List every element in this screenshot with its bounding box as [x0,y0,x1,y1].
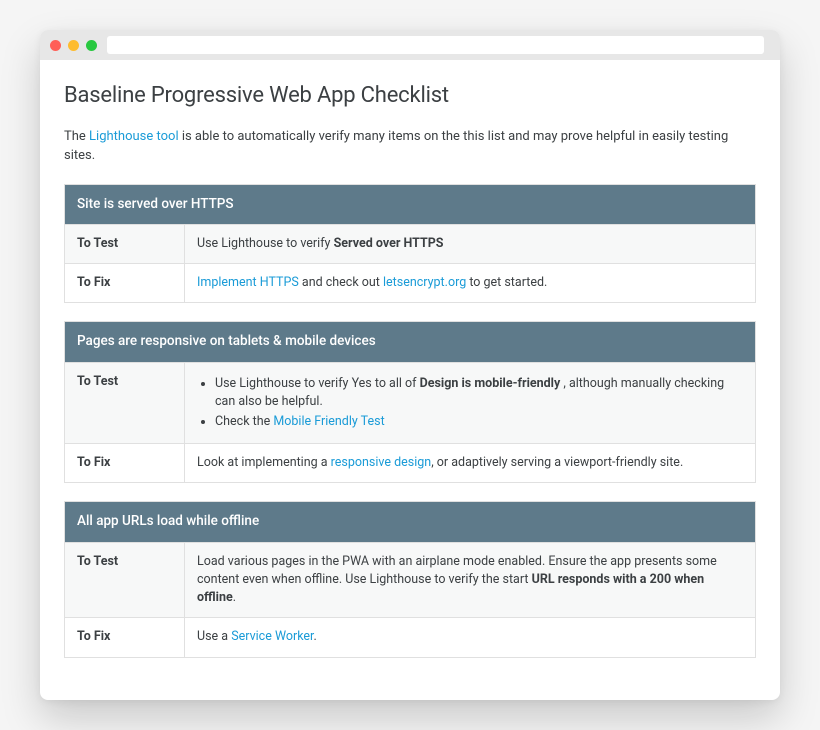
row-text: , or adaptively serving a viewport-frien… [431,455,683,470]
table-row: To Fix Use a Service Worker. [65,617,755,656]
row-text: Look at implementing a [197,455,331,470]
row-body: Use Lighthouse to verify Served over HTT… [185,225,755,263]
row-to-fix: To Fix [65,444,185,482]
row-to-test: To Test [65,363,185,443]
row-text: Use a [197,629,231,644]
responsive-design-link[interactable]: responsive design [331,455,432,470]
intro-text-pre: The [64,129,89,144]
lighthouse-link[interactable]: Lighthouse tool [89,129,179,144]
row-to-fix: To Fix [65,618,185,656]
section-offline: All app URLs load while offline To Test … [64,501,756,657]
row-text: and check out [299,275,383,290]
mobile-friendly-test-link[interactable]: Mobile Friendly Test [273,414,384,429]
row-text: to get started. [466,275,547,290]
list-item: Use Lighthouse to verify Yes to all of D… [215,375,743,411]
url-bar[interactable] [107,36,764,54]
test-list: Use Lighthouse to verify Yes to all of D… [197,375,743,431]
row-text: . [233,590,236,605]
li-text: Check the [215,414,273,429]
table-row: To Test Load various pages in the PWA wi… [65,542,755,617]
section-https: Site is served over HTTPS To Test Use Li… [64,184,756,304]
row-to-test: To Test [65,225,185,263]
service-worker-link[interactable]: Service Worker [231,629,313,644]
section-header: All app URLs load while offline [65,502,755,542]
row-body: Load various pages in the PWA with an ai… [185,543,755,617]
implement-https-link[interactable]: Implement HTTPS [197,275,299,290]
minimize-icon[interactable] [68,40,79,51]
maximize-icon[interactable] [86,40,97,51]
table-row: To Test Use Lighthouse to verify Served … [65,224,755,263]
close-icon[interactable] [50,40,61,51]
li-bold: Design is mobile-friendly [420,376,561,391]
list-item: Check the Mobile Friendly Test [215,413,743,431]
row-body: Use a Service Worker. [185,618,755,656]
section-responsive: Pages are responsive on tablets & mobile… [64,321,756,483]
row-text: Use Lighthouse to verify [197,236,334,251]
row-body: Implement HTTPS and check out letsencryp… [185,264,755,302]
row-body: Use Lighthouse to verify Yes to all of D… [185,363,755,443]
row-to-test: To Test [65,543,185,617]
table-row: To Fix Implement HTTPS and check out let… [65,263,755,302]
row-text: . [314,629,317,644]
letsencrypt-link[interactable]: letsencrypt.org [383,275,466,290]
table-row: To Test Use Lighthouse to verify Yes to … [65,362,755,443]
row-bold: Served over HTTPS [334,236,444,251]
section-header: Site is served over HTTPS [65,185,755,225]
row-to-fix: To Fix [65,264,185,302]
li-text: Use Lighthouse to verify Yes to all of [215,376,420,391]
table-row: To Fix Look at implementing a responsive… [65,443,755,482]
window-titlebar [40,30,780,60]
intro-paragraph: The Lighthouse tool is able to automatic… [64,128,756,166]
row-body: Look at implementing a responsive design… [185,444,755,482]
browser-window: Baseline Progressive Web App Checklist T… [40,30,780,700]
window-controls [50,40,97,51]
page-title: Baseline Progressive Web App Checklist [64,80,756,112]
section-header: Pages are responsive on tablets & mobile… [65,322,755,362]
page-content: Baseline Progressive Web App Checklist T… [40,60,780,700]
